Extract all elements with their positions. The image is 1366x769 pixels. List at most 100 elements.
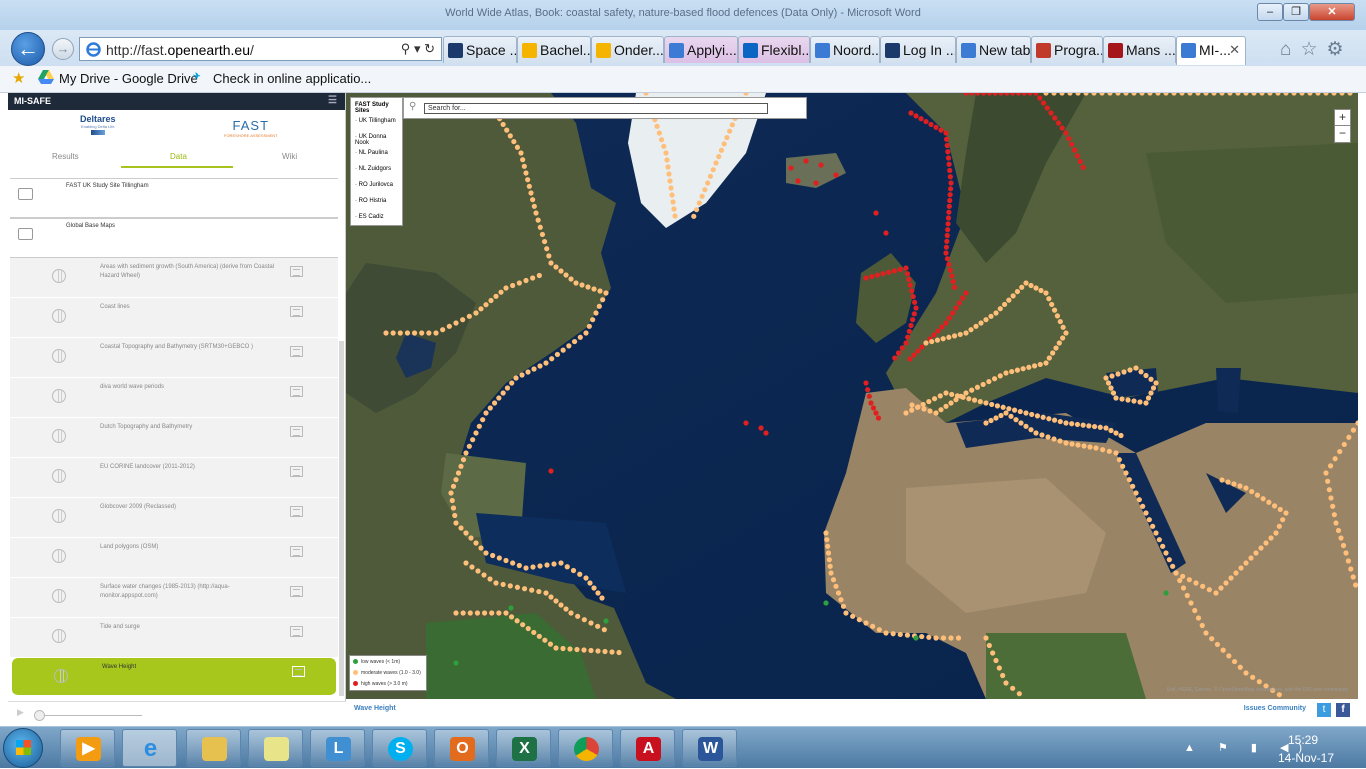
layer-list-scrollbar[interactable] <box>339 341 344 696</box>
maximize-button[interactable]: ❐ <box>1283 3 1309 21</box>
browser-tab-6[interactable]: Noord... <box>810 36 880 63</box>
layer-item[interactable]: Globcover 2009 (Reclassed) <box>10 498 338 538</box>
browser-tab-11[interactable]: MI-... ✕ <box>1176 36 1246 65</box>
address-tools[interactable]: ⚲ ▾ ↻ <box>401 41 435 57</box>
time-slider-track[interactable] <box>38 715 142 716</box>
study-site-link[interactable]: · RO Histria <box>355 198 386 204</box>
layer-group[interactable]: Global Base Maps <box>10 218 338 258</box>
taskbar-acrobat[interactable]: A <box>620 729 675 767</box>
tab-data[interactable]: Data <box>170 152 187 161</box>
study-site-link[interactable]: · NL Paulina <box>355 150 388 156</box>
layer-item[interactable]: Dutch Topography and Bathymetry <box>10 418 338 458</box>
wave-point <box>947 186 954 192</box>
layer-item[interactable]: Coastal Topography and Bathymetry (SRTM3… <box>10 338 338 378</box>
wave-point <box>1086 423 1092 429</box>
wave-point <box>539 231 546 238</box>
map-canvas[interactable] <box>346 93 1358 699</box>
layer-item[interactable]: Tide and surge <box>10 618 338 658</box>
browser-tab-9[interactable]: Progra... <box>1031 36 1103 63</box>
browser-tab-7[interactable]: Log In ... <box>880 36 956 63</box>
wave-point <box>1163 590 1169 596</box>
layer-item[interactable]: Land polygons (OSM) <box>10 538 338 578</box>
taskbar-excel[interactable]: X <box>496 729 551 767</box>
favorites-star-icon[interactable]: ☆ <box>1300 39 1326 60</box>
twitter-icon[interactable]: t <box>1317 703 1331 717</box>
issues-link[interactable]: Issues <box>1244 705 1266 712</box>
address-bar[interactable]: http://fast.openearth.eu/ ⚲ ▾ ↻ <box>79 37 442 61</box>
favorite-my-drive[interactable]: My Drive - Google Drive <box>59 71 198 86</box>
layer-group[interactable]: FAST UK Study Site Tillingham <box>10 178 338 218</box>
back-button[interactable]: ← <box>11 32 45 66</box>
legend-icon[interactable] <box>290 466 303 477</box>
wave-point <box>1016 691 1022 697</box>
layer-item[interactable]: Coast lines <box>10 298 338 338</box>
legend-icon[interactable] <box>290 266 303 277</box>
wave-point <box>971 397 978 403</box>
legend-icon[interactable] <box>290 506 303 517</box>
taskbar-explorer[interactable] <box>186 729 241 767</box>
map-view[interactable]: FAST Study Sites · UK Tillingham · UK Donn… <box>346 93 1358 699</box>
minimize-button[interactable]: – <box>1257 3 1283 21</box>
layer-item[interactable]: diva world wave periods <box>10 378 338 418</box>
facebook-icon[interactable]: f <box>1336 703 1350 717</box>
menu-icon[interactable]: ☰ <box>328 95 337 106</box>
forward-button[interactable]: → <box>52 38 74 60</box>
settings-gear-icon[interactable]: ⚙ <box>1327 39 1353 60</box>
study-site-link[interactable]: · UK Tillingham <box>355 118 396 124</box>
wave-point <box>948 180 954 186</box>
legend-icon[interactable] <box>290 586 303 597</box>
refresh-icon[interactable]: ↻ <box>424 41 435 56</box>
wave-point <box>521 586 528 592</box>
browser-tab-4[interactable]: Applyi... <box>664 36 738 63</box>
wave-point <box>907 282 913 288</box>
play-icon[interactable]: ▶ <box>17 707 24 718</box>
study-site-link[interactable]: · RO Jurilovca <box>355 182 393 188</box>
search-input[interactable]: Search for... <box>424 103 768 114</box>
clock-date[interactable]: 14-Nov-17 <box>1278 751 1334 765</box>
search-icon[interactable]: ⚲ <box>401 41 411 56</box>
browser-tab-1[interactable]: Space ... <box>443 36 517 63</box>
browser-tab-8[interactable]: New tab <box>956 36 1031 63</box>
time-slider-handle[interactable] <box>34 710 45 721</box>
browser-tab-2[interactable]: Bachel... <box>517 36 591 63</box>
legend-icon[interactable] <box>290 306 303 317</box>
legend-icon[interactable] <box>290 546 303 557</box>
start-button[interactable] <box>3 728 43 768</box>
community-link[interactable]: Community <box>1268 705 1307 712</box>
taskbar-outlook[interactable]: O <box>434 729 489 767</box>
legend-icon[interactable] <box>292 666 305 677</box>
taskbar-media-player[interactable]: ▶ <box>60 729 115 767</box>
layer-item[interactable]: Wave Height <box>12 658 336 696</box>
tab-results[interactable]: Results <box>52 152 79 161</box>
taskbar-sticky-notes[interactable] <box>248 729 303 767</box>
clock-time[interactable]: 15:29 <box>1288 733 1318 747</box>
browser-tab-5[interactable]: Flexibl... <box>738 36 810 63</box>
legend-icon[interactable] <box>290 346 303 357</box>
legend-icon[interactable] <box>290 626 303 637</box>
layer-item[interactable]: Surface water changes (1985-2013) (http:… <box>10 578 338 618</box>
study-site-link[interactable]: · ES Cadiz <box>355 214 384 220</box>
legend-icon[interactable] <box>290 426 303 437</box>
favorite-klm-checkin[interactable]: Check in online applicatio... <box>213 71 371 86</box>
dropdown-arrow-icon[interactable]: ▾ <box>414 41 421 56</box>
taskbar-app[interactable]: L <box>310 729 365 767</box>
zoom-in-button[interactable]: + <box>1335 110 1350 126</box>
study-site-link[interactable]: · UK Donna Nook <box>355 134 402 146</box>
browser-tab-10[interactable]: Mans ... <box>1103 36 1176 63</box>
wave-point <box>1100 447 1106 453</box>
tab-wiki[interactable]: Wiki <box>282 152 297 161</box>
taskbar-skype[interactable]: S <box>372 729 427 767</box>
taskbar-word[interactable]: W <box>682 729 737 767</box>
layer-item[interactable]: Areas with sediment growth (South Americ… <box>10 258 338 298</box>
home-icon[interactable]: ⌂ <box>1280 39 1300 60</box>
close-window-button[interactable]: ✕ <box>1309 3 1355 21</box>
taskbar-internet-explorer[interactable]: e <box>122 729 177 767</box>
legend-icon[interactable] <box>290 386 303 397</box>
taskbar-chrome[interactable] <box>558 729 613 767</box>
zoom-out-button[interactable]: − <box>1335 126 1350 142</box>
add-favorite-icon[interactable]: ★ <box>12 69 25 87</box>
browser-tab-3[interactable]: Onder... <box>591 36 664 63</box>
study-site-link[interactable]: · NL Zuidgors <box>355 166 391 172</box>
close-tab-icon[interactable]: ✕ <box>1229 42 1240 58</box>
layer-item[interactable]: EU CORINE landcover (2011-2012) <box>10 458 338 498</box>
